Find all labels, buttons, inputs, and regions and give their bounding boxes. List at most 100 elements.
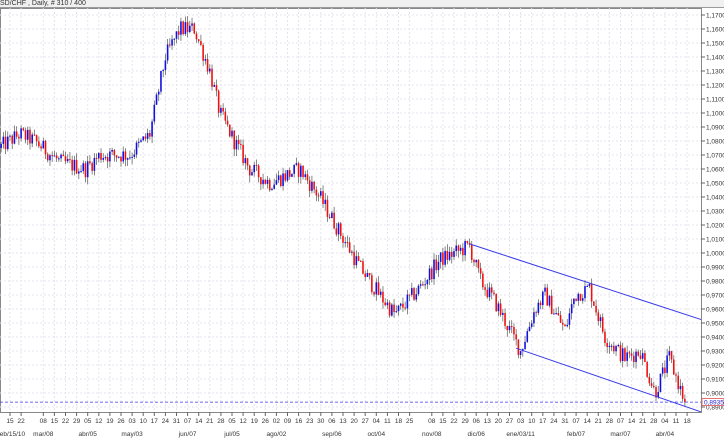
candle-down — [69, 159, 71, 161]
candle-down — [466, 241, 469, 243]
candle-down — [597, 312, 600, 322]
candle-up — [131, 156, 133, 158]
candle-down — [95, 157, 98, 159]
x-axis: 15 22 08 15 22 29 05 12 19 26 03 10 17 24 31 07 14 21 28 05… — [0, 412, 691, 438]
candle-down — [435, 259, 438, 271]
candle-up — [157, 91, 160, 95]
candle-down — [100, 153, 102, 160]
candle-up — [109, 151, 111, 162]
candle-down — [624, 348, 626, 361]
candle-down — [442, 252, 444, 265]
candle-up — [220, 107, 222, 113]
candle-down — [515, 334, 517, 340]
candle-down — [211, 68, 213, 87]
x-day-label: 05 — [228, 418, 236, 425]
candle-up — [78, 171, 80, 174]
candle-up — [98, 153, 100, 159]
y-tick-label: 1,0700 — [706, 153, 724, 160]
candle-up — [253, 164, 255, 173]
x-day-label: 12 — [95, 418, 103, 425]
y-tick-label: 1,1500 — [706, 41, 724, 48]
candle-down — [346, 242, 349, 244]
candle-up — [570, 304, 573, 314]
candle-down — [675, 374, 677, 376]
candlestick-chart[interactable]: 1,1700 1,1600 1,1500 1,1400 1,1300 1,1200 1,11… — [0, 0, 724, 446]
candle-down — [479, 268, 482, 274]
candle-down — [284, 173, 287, 181]
candle-up — [153, 104, 156, 122]
candle-up — [488, 287, 491, 298]
candle-down — [91, 163, 93, 171]
y-tick-label: 0,9400 — [706, 335, 724, 342]
candle-down — [326, 199, 329, 217]
candle-up — [151, 121, 153, 137]
x-day-label: 17 — [151, 418, 159, 425]
candle-down — [646, 362, 648, 377]
x-day-label: 09 — [284, 418, 292, 425]
candle-down — [348, 242, 351, 253]
candle-up — [455, 245, 458, 252]
x-day-label: 15 — [439, 418, 447, 425]
x-day-label: 03 — [128, 418, 136, 425]
x-day-label: 11 — [673, 418, 680, 425]
x-day-label: 06 — [328, 418, 336, 425]
x-day-label: 31 — [173, 418, 181, 425]
candle-down — [493, 292, 495, 294]
candle-down — [359, 261, 362, 263]
candle-up — [111, 149, 113, 152]
candle-up — [282, 173, 284, 186]
candle-up — [49, 155, 51, 161]
x-day-label: 10 — [528, 418, 536, 425]
y-tick-label: 1,0200 — [706, 223, 724, 230]
candle-up — [53, 155, 56, 157]
candle-up — [641, 353, 644, 359]
candle-up — [164, 60, 167, 71]
candle-down — [604, 331, 606, 343]
candle-up — [519, 351, 522, 355]
candle-down — [315, 189, 318, 196]
candle-down — [11, 135, 14, 144]
candle-down — [224, 111, 227, 121]
candle-up — [386, 302, 389, 306]
candle-up — [160, 71, 162, 92]
y-tick-label: 0,9100 — [706, 377, 724, 384]
candle-up — [555, 313, 557, 315]
x-day-label: 27 — [362, 418, 370, 425]
candle-up — [324, 199, 327, 205]
x-day-label: 29 — [461, 418, 469, 425]
candle-down — [462, 247, 464, 256]
candle-up — [286, 170, 289, 181]
candle-up — [133, 154, 136, 157]
candle-up — [162, 70, 164, 72]
candle-up — [295, 163, 298, 165]
candle-up — [93, 157, 96, 171]
x-month-label: mar/08 — [33, 431, 54, 438]
candle-up — [577, 293, 580, 301]
candle-up — [608, 345, 611, 347]
x-month-label: may/03 — [121, 431, 143, 438]
candle-down — [630, 353, 633, 356]
candle-up — [426, 279, 429, 285]
candle-up — [464, 241, 466, 256]
x-day-label: 29 — [73, 418, 81, 425]
candle-down — [106, 157, 109, 162]
candle-up — [375, 282, 378, 295]
candle-down — [561, 322, 564, 325]
candle-down — [377, 282, 380, 295]
candle-up — [573, 298, 575, 305]
grid — [0, 8, 702, 413]
x-month-label: mar/07 — [610, 431, 631, 438]
candle-up — [189, 25, 191, 32]
current-price-label: 0,8935 — [704, 399, 724, 406]
candle-down — [328, 216, 331, 218]
candle-up — [537, 302, 540, 313]
y-tick-label: 1,1400 — [706, 55, 724, 62]
candle-up — [530, 323, 533, 327]
candle-up — [528, 326, 531, 332]
candle-up — [533, 312, 535, 324]
candle-up — [419, 284, 422, 286]
x-day-label: 14 — [195, 418, 203, 425]
x-day-label: 13 — [339, 418, 347, 425]
candle-up — [553, 313, 555, 315]
candle-up — [391, 304, 393, 316]
